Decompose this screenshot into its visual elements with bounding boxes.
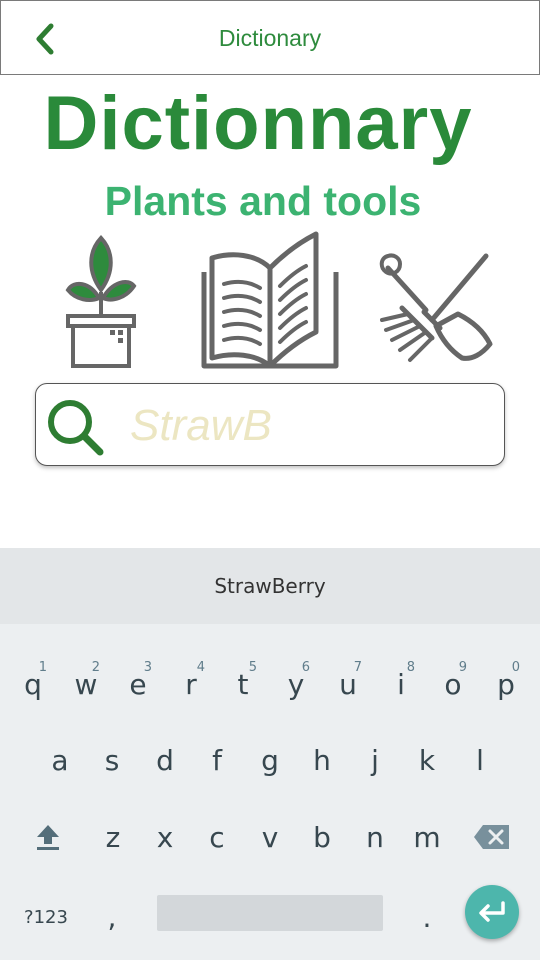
key-r[interactable]: 4r xyxy=(165,652,217,716)
plant-pot-icon xyxy=(65,235,137,368)
rake-shovel-icon xyxy=(379,253,493,362)
hero-title: Dictionnary xyxy=(43,81,473,166)
key-u[interactable]: 7u xyxy=(322,652,374,716)
backspace-icon xyxy=(474,825,509,849)
key-t[interactable]: 5t xyxy=(217,652,269,716)
search-input[interactable] xyxy=(128,398,492,454)
period-key[interactable]: . xyxy=(401,885,453,949)
key-n[interactable]: n xyxy=(349,805,401,869)
key-w[interactable]: 2w xyxy=(60,652,112,716)
suggestion-word[interactable]: StrawBerry xyxy=(214,574,325,598)
space-key[interactable] xyxy=(157,895,383,931)
shift-icon xyxy=(37,825,59,850)
key-j[interactable]: j xyxy=(349,728,401,792)
key-d[interactable]: d xyxy=(139,728,191,792)
key-g[interactable]: g xyxy=(244,728,296,792)
key-i[interactable]: 8i xyxy=(375,652,427,716)
key-e[interactable]: 3e xyxy=(112,652,164,716)
key-f[interactable]: f xyxy=(191,728,243,792)
key-l[interactable]: l xyxy=(454,728,506,792)
key-x[interactable]: x xyxy=(139,805,191,869)
enter-button[interactable] xyxy=(465,885,519,939)
comma-key[interactable]: , xyxy=(86,885,138,949)
page-title: Dictionary xyxy=(218,25,322,51)
key-q[interactable]: 1q xyxy=(7,652,59,716)
search-box[interactable] xyxy=(35,383,505,466)
key-h[interactable]: h xyxy=(296,728,348,792)
key-p[interactable]: 0p xyxy=(480,652,532,716)
search-icon xyxy=(48,400,104,456)
key-z[interactable]: z xyxy=(87,805,139,869)
key-b[interactable]: b xyxy=(296,805,348,869)
on-screen-keyboard: StrawBerry 1q 2w 3e 4r 5t 6y 7u 8i 9o 0p… xyxy=(0,548,540,960)
enter-icon xyxy=(479,901,505,922)
top-app-bar: Dictionary xyxy=(0,0,540,75)
suggestion-bar[interactable]: StrawBerry xyxy=(0,548,540,624)
key-v[interactable]: v xyxy=(244,805,296,869)
backspace-key[interactable] xyxy=(466,805,518,869)
shift-key[interactable] xyxy=(22,805,74,869)
symbols-key[interactable]: ?123 xyxy=(12,885,80,949)
hero-subtitle: Plants and tools xyxy=(104,178,422,224)
key-o[interactable]: 9o xyxy=(427,652,479,716)
key-s[interactable]: s xyxy=(86,728,138,792)
key-a[interactable]: a xyxy=(34,728,86,792)
key-y[interactable]: 6y xyxy=(270,652,322,716)
key-k[interactable]: k xyxy=(401,728,453,792)
key-c[interactable]: c xyxy=(191,805,243,869)
key-m[interactable]: m xyxy=(401,805,453,869)
open-book-icon xyxy=(201,231,339,369)
